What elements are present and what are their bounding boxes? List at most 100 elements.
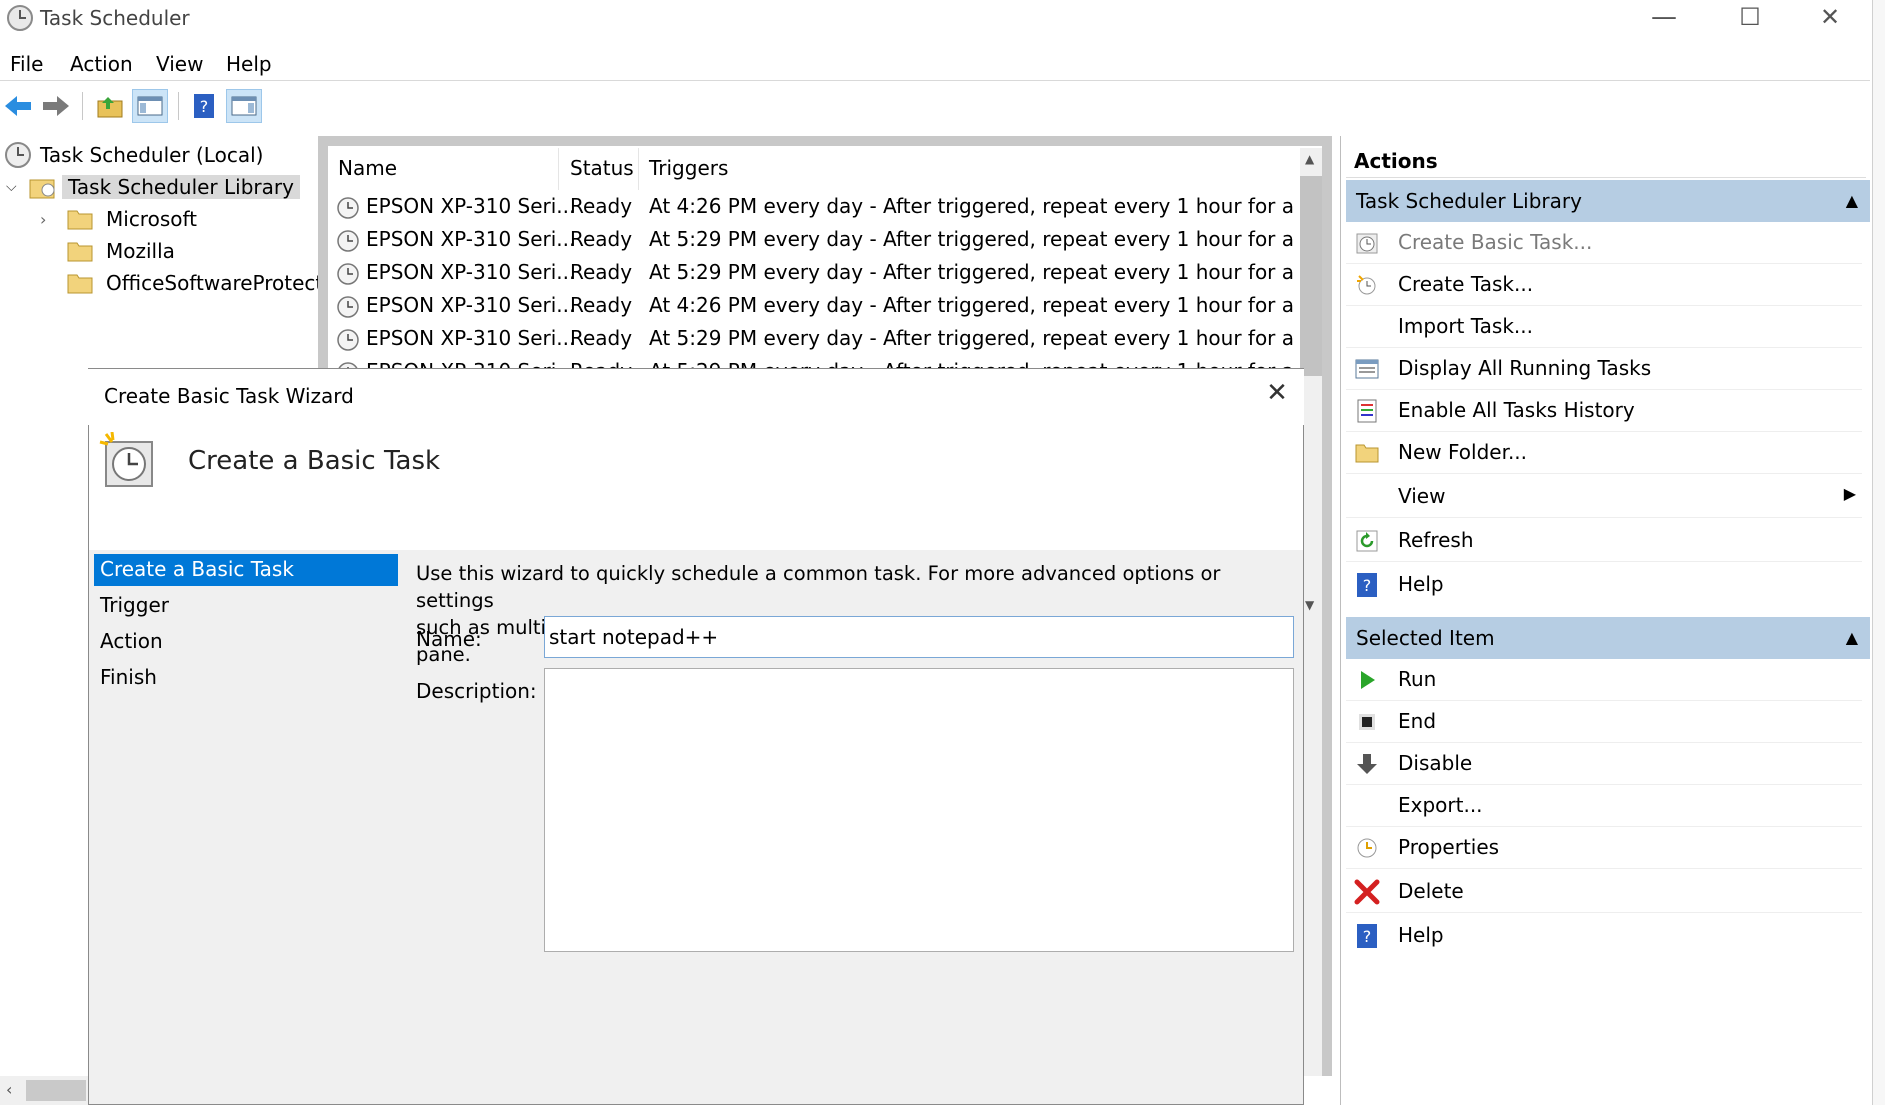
collapse-icon[interactable]: ▲ [1846,617,1858,659]
column-header-triggers[interactable]: Triggers [649,156,728,180]
table-row[interactable]: EPSON XP-310 Seri... Ready At 4:26 PM ev… [336,291,1299,323]
menu-view[interactable]: View [156,52,203,76]
menu-file[interactable]: File [10,52,43,76]
show-hide-tree-button[interactable] [132,89,168,123]
tree-item-microsoft[interactable]: › Microsoft [40,204,197,234]
action-label: Refresh [1398,528,1474,552]
menu-bar: File Action View Help [0,44,1870,81]
table-row[interactable]: EPSON XP-310 Seri... Ready At 5:29 PM ev… [336,357,1296,368]
scrollbar-thumb[interactable] [1300,176,1322,376]
action-refresh[interactable]: Refresh [1346,520,1862,562]
task-status: Ready [570,326,633,350]
task-trigger: At 5:29 PM every day - After triggered, … [649,227,1299,251]
task-name: EPSON XP-310 Seri... [366,227,576,251]
tree-item-label: OfficeSoftwareProtecti [106,271,329,295]
disable-icon [1354,752,1380,776]
action-create-basic-task[interactable]: Create Basic Task... [1346,222,1862,264]
svg-text:?: ? [1363,576,1372,595]
description-field[interactable] [544,668,1294,952]
wizard-step-action[interactable]: Action [94,626,398,658]
scroll-up-icon[interactable]: ▲ [1305,152,1314,166]
action-label: Disable [1398,751,1473,775]
table-row[interactable]: EPSON XP-310 Seri... Ready At 4:26 PM ev… [336,192,1299,224]
tree-item-label: Task Scheduler Library [62,175,300,199]
action-label: View [1398,484,1446,508]
window-title: Task Scheduler [40,6,190,30]
wizard-step-finish[interactable]: Finish [94,662,398,694]
help-toolbar-button[interactable]: ? [186,89,222,123]
table-row[interactable]: EPSON XP-310 Seri... Ready At 5:29 PM ev… [336,225,1299,257]
action-create-task[interactable]: Create Task... [1346,264,1862,306]
task-name: EPSON XP-310 Seri... [366,293,576,317]
tree-horizontal-scrollbar[interactable]: ‹ [0,1076,88,1105]
folder-icon [67,242,93,262]
column-header-status[interactable]: Status [570,156,634,180]
task-trigger: At 5:29 PM every day - After triggered, … [649,326,1299,350]
action-disable[interactable]: Disable [1346,743,1862,785]
section-header-selected-item[interactable]: Selected Item ▲ [1346,617,1870,659]
action-end[interactable]: End [1346,701,1862,743]
scrollbar-thumb[interactable] [26,1080,86,1101]
create-task-icon [1354,273,1380,297]
run-icon [1354,668,1380,692]
folder-icon [67,210,93,230]
chevron-down-icon: ⌵ [6,179,17,195]
action-properties[interactable]: Properties [1346,827,1862,869]
tree-item-local[interactable]: Task Scheduler (Local) [4,140,263,170]
task-name: EPSON XP-310 Seri... [366,326,576,350]
scroll-left-icon[interactable]: ‹ [6,1080,12,1099]
history-icon [1354,399,1380,423]
back-button[interactable] [0,89,36,123]
name-field[interactable] [544,616,1294,658]
action-display-running-tasks[interactable]: Display All Running Tasks [1346,348,1862,390]
scroll-down-icon[interactable]: ▼ [1305,598,1314,612]
task-clock-icon [337,263,359,285]
action-import-task[interactable]: Import Task... [1346,306,1862,348]
menu-action[interactable]: Action [70,52,133,76]
show-hide-action-pane-button[interactable] [226,89,262,123]
action-enable-history[interactable]: Enable All Tasks History [1346,390,1862,432]
menu-help[interactable]: Help [226,52,272,76]
action-label: Properties [1398,835,1500,859]
collapse-icon[interactable]: ▲ [1846,180,1858,222]
action-label: Run [1398,667,1437,691]
action-label: End [1398,709,1437,733]
action-help[interactable]: ? Help [1346,564,1862,606]
actions-pane-title: Actions [1346,144,1866,178]
task-trigger: At 4:26 PM every day - After triggered, … [649,293,1299,317]
end-icon [1354,710,1380,734]
table-row[interactable]: EPSON XP-310 Seri... Ready At 5:29 PM ev… [336,324,1299,356]
action-run[interactable]: Run [1346,659,1862,701]
tree-item-mozilla[interactable]: Mozilla [66,236,175,266]
forward-button[interactable] [38,89,74,123]
section-header-library[interactable]: Task Scheduler Library ▲ [1346,180,1870,222]
action-view[interactable]: View ▶ [1346,476,1862,518]
back-arrow-icon [5,96,31,116]
action-export[interactable]: Export... [1346,785,1862,827]
background-window-edge [1872,0,1885,1105]
action-label: Export... [1398,793,1483,817]
help-icon: ? [1354,573,1380,597]
close-button[interactable]: ✕ [1794,0,1866,36]
wizard-step-create-basic-task[interactable]: Create a Basic Task [94,554,398,586]
maximize-button[interactable]: ☐ [1714,0,1786,36]
minimize-button[interactable]: — [1628,0,1700,36]
table-row[interactable]: EPSON XP-310 Seri... Ready At 5:29 PM ev… [336,258,1299,290]
action-label: New Folder... [1398,440,1528,464]
description-label: Description: [416,679,537,703]
action-new-folder[interactable]: New Folder... [1346,432,1862,474]
up-folder-button[interactable] [92,89,128,123]
dialog-close-button[interactable]: ✕ [1262,378,1292,408]
clock-icon [5,142,31,168]
action-label: Create Task... [1398,272,1534,296]
refresh-icon [1354,529,1380,553]
action-delete[interactable]: Delete [1346,871,1862,913]
task-status: Ready [570,260,633,284]
svg-text:?: ? [200,97,209,116]
folder-icon [1354,441,1380,465]
tree-item-library[interactable]: ⌵ Task Scheduler Library [6,172,300,202]
tree-item-officesoftwareprotection[interactable]: OfficeSoftwareProtecti [66,268,329,298]
wizard-step-trigger[interactable]: Trigger [94,590,398,622]
column-header-name[interactable]: Name [338,156,397,180]
action-help-selected[interactable]: ? Help [1346,915,1862,957]
